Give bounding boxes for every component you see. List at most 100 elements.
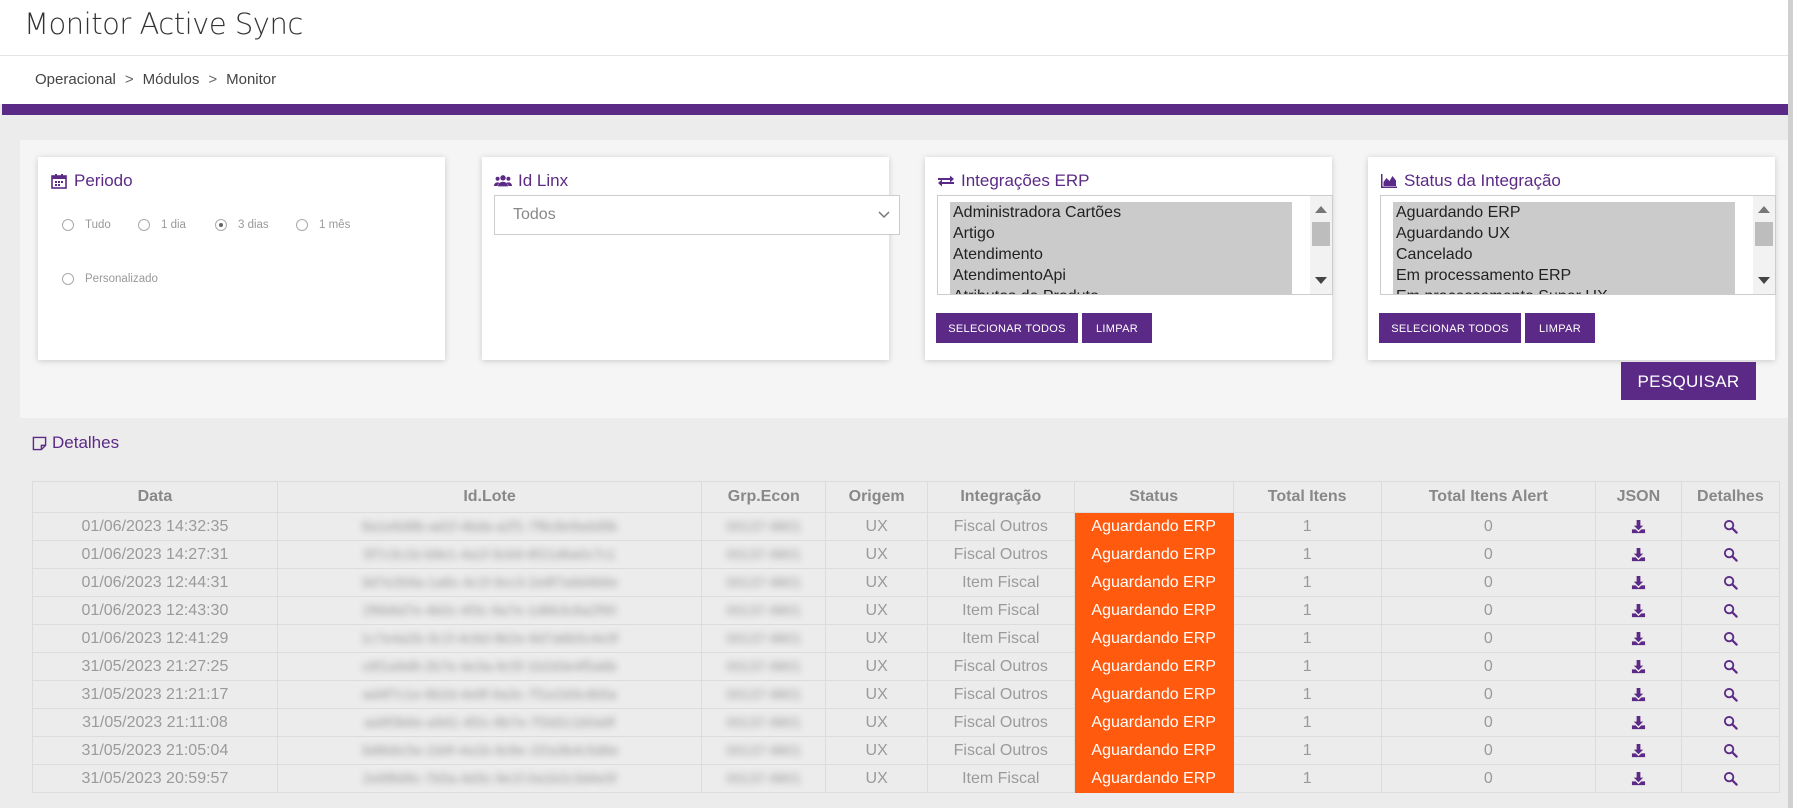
cell-json[interactable] [1595,512,1682,541]
status-integracao-card: Status da Integração Aguardando ERP Agua… [1368,157,1776,360]
id-linx-title: Id Linx [494,171,568,191]
scroll-down-icon[interactable] [1315,277,1327,284]
radio-personalizado[interactable] [62,273,74,285]
list-option[interactable]: Administradora Cartões [950,202,1292,223]
list-option[interactable]: AtendimentoApi [950,265,1292,286]
radio-1mes[interactable] [296,219,308,231]
status-clear-button[interactable]: LIMPAR [1525,313,1595,343]
download-icon[interactable] [1631,575,1646,590]
integracoes-clear-button[interactable]: LIMPAR [1082,313,1152,343]
column-header-integracao[interactable]: Integração [926,481,1075,513]
periodo-option-personalizado[interactable]: Personalizado [62,273,158,285]
list-option[interactable]: Em processamento Super UX [1393,286,1735,294]
list-option[interactable]: Atendimento [950,244,1292,265]
download-icon[interactable] [1631,603,1646,618]
search-icon[interactable] [1723,519,1738,534]
cell-json[interactable] [1595,652,1682,681]
cell-id-lote: ad4f7c1e-6b2d-4e8f-9a3c-7f1e2d3c4b5a [276,680,703,709]
list-option[interactable]: Em processamento ERP [1393,265,1735,286]
column-header-total-itens[interactable]: Total Itens [1232,481,1382,513]
page-scrollbar[interactable] [1788,0,1793,808]
status-integracao-listbox[interactable]: Aguardando ERP Aguardando UX Cancelado E… [1380,195,1776,295]
cell-json[interactable] [1595,708,1682,737]
listbox-scrollbar[interactable] [1753,196,1775,294]
cell-detalhes[interactable] [1680,652,1781,681]
status-select-all-button[interactable]: SELECIONAR TODOS [1379,313,1521,343]
download-icon[interactable] [1631,631,1646,646]
cell-json[interactable] [1595,596,1682,625]
cell-detalhes[interactable] [1680,624,1781,653]
column-header-id-lote[interactable]: Id.Lote [276,481,703,513]
scroll-thumb[interactable] [1755,222,1773,246]
calendar-icon [51,174,67,189]
list-option[interactable]: Cancelado [1393,244,1735,265]
download-icon[interactable] [1631,519,1646,534]
periodo-option-1dia[interactable]: 1 dia [138,219,186,231]
scroll-up-icon[interactable] [1315,206,1327,213]
cell-detalhes[interactable] [1680,540,1781,569]
radio-3dias[interactable] [215,219,227,231]
periodo-option-tudo[interactable]: Tudo [62,219,111,231]
cell-total-itens: 1 [1232,736,1382,765]
search-icon[interactable] [1723,547,1738,562]
download-icon[interactable] [1631,659,1646,674]
cell-json[interactable] [1595,764,1682,793]
column-header-grp-econ[interactable]: Grp.Econ [701,481,827,513]
download-icon[interactable] [1631,771,1646,786]
status-badge: Aguardando ERP [1073,764,1234,793]
scroll-up-icon[interactable] [1758,206,1770,213]
periodo-option-1mes[interactable]: 1 mês [296,219,350,231]
list-option[interactable]: Aguardando UX [1393,223,1735,244]
cell-detalhes[interactable] [1680,568,1781,597]
download-icon[interactable] [1631,547,1646,562]
listbox-scrollbar[interactable] [1310,196,1332,294]
search-icon[interactable] [1723,771,1738,786]
blurred-id-lote: c6f1a9d8-2b7e-4e3a-9c5f-1b2d3e4f5a6b [362,657,617,674]
id-linx-select[interactable]: Todos [494,195,900,235]
breadcrumb-modulos[interactable]: Módulos [143,71,200,88]
search-icon[interactable] [1723,743,1738,758]
column-header-origem[interactable]: Origem [825,481,928,513]
search-button[interactable]: PESQUISAR [1621,362,1756,400]
search-icon[interactable] [1723,575,1738,590]
blurred-id-lote: aa9f3b6e-a9d1-4f2c-8b7e-7f3d2c1b0a9f [364,713,615,730]
search-icon[interactable] [1723,715,1738,730]
cell-integracao: Fiscal Outros [926,680,1075,709]
table-row: 01/06/2023 12:41:29 1c7e4a2b-3c1f-4c6d-9b… [32,624,1781,653]
download-icon[interactable] [1631,687,1646,702]
search-icon[interactable] [1723,631,1738,646]
radio-tudo[interactable] [62,219,74,231]
exchange-icon [938,175,954,187]
list-option[interactable]: Atributos de Produto [950,286,1292,294]
cell-json[interactable] [1595,540,1682,569]
list-option[interactable]: Aguardando ERP [1393,202,1735,223]
search-icon[interactable] [1723,603,1738,618]
search-icon[interactable] [1723,687,1738,702]
download-icon[interactable] [1631,743,1646,758]
status-badge: Aguardando ERP [1073,708,1234,737]
cell-detalhes[interactable] [1680,736,1781,765]
cell-detalhes[interactable] [1680,680,1781,709]
radio-1dia[interactable] [138,219,150,231]
column-header-data[interactable]: Data [32,481,278,513]
cell-json[interactable] [1595,624,1682,653]
search-icon[interactable] [1723,659,1738,674]
cell-json[interactable] [1595,736,1682,765]
scroll-thumb[interactable] [1312,222,1330,246]
cell-json[interactable] [1595,568,1682,597]
breadcrumb-operacional[interactable]: Operacional [35,71,116,88]
integracoes-select-all-button[interactable]: SELECIONAR TODOS [936,313,1078,343]
cell-detalhes[interactable] [1680,596,1781,625]
cell-json[interactable] [1595,680,1682,709]
column-header-status[interactable]: Status [1073,481,1234,513]
column-header-total-itens-alert[interactable]: Total Itens Alert [1380,481,1597,513]
periodo-option-3dias[interactable]: 3 dias [215,219,269,231]
download-icon[interactable] [1631,715,1646,730]
cell-detalhes[interactable] [1680,512,1781,541]
table-row: 01/06/2023 12:43:30 2f6b8d7e-4b0c-4f3c-9a… [32,596,1781,625]
cell-detalhes[interactable] [1680,764,1781,793]
integracoes-erp-listbox[interactable]: Administradora Cartões Artigo Atendiment… [937,195,1333,295]
scroll-down-icon[interactable] [1758,277,1770,284]
list-option[interactable]: Artigo [950,223,1292,244]
cell-detalhes[interactable] [1680,708,1781,737]
